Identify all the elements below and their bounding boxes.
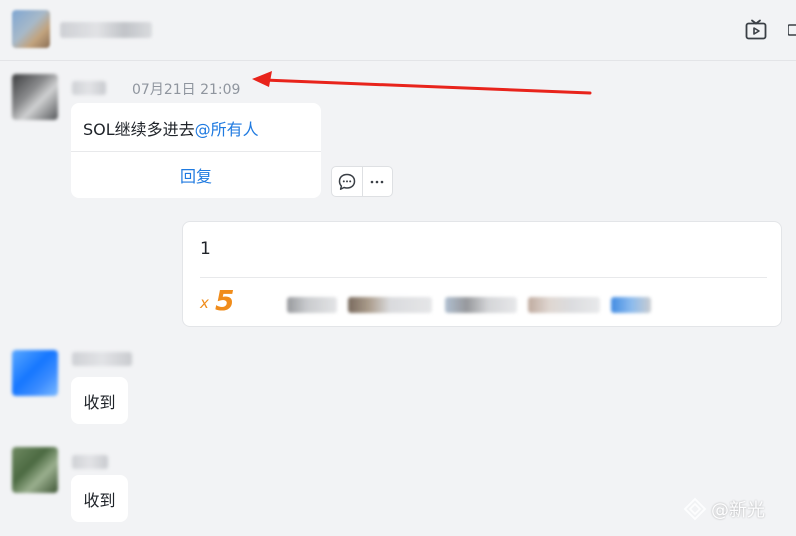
chat-header <box>0 0 796 61</box>
divider <box>200 277 767 278</box>
sender-name-redacted <box>72 455 108 469</box>
sender-avatar[interactable] <box>12 447 58 493</box>
sender-name-redacted <box>72 352 132 366</box>
watermark-text: @新光 <box>711 500 765 521</box>
more-button[interactable] <box>361 167 393 196</box>
mention-all-link[interactable]: @所有人 <box>195 120 259 139</box>
participant-chip[interactable] <box>445 297 517 313</box>
participant-chip[interactable] <box>287 297 337 313</box>
more-options-icon[interactable] <box>787 20 796 40</box>
tv-icon[interactable] <box>744 18 768 42</box>
chat-name-redacted <box>60 22 152 38</box>
participant-chip[interactable] <box>528 297 600 313</box>
watermark-logo-icon <box>683 497 707 521</box>
participant-chip[interactable] <box>348 297 432 313</box>
message-text: SOL继续多进去@所有人 <box>83 116 259 140</box>
watermark: @新光 <box>683 496 765 522</box>
sender-name-redacted <box>72 81 106 95</box>
message-bubble: 收到 <box>71 475 128 522</box>
comment-button[interactable] <box>332 167 362 196</box>
plus-one-count: 5 <box>215 284 235 317</box>
message-bubble: 收到 <box>71 377 128 424</box>
annotation-arrow <box>252 71 592 95</box>
plus-one-card: 1 x 5 <box>182 221 782 327</box>
plus-one-text: 1 <box>200 239 211 259</box>
message-timestamp: 07月21日 21:09 <box>132 82 241 98</box>
comment-icon <box>338 173 355 190</box>
sender-avatar[interactable] <box>12 74 58 120</box>
message-actions <box>331 166 393 197</box>
chat-avatar[interactable] <box>12 10 50 48</box>
ellipsis-icon <box>370 180 384 183</box>
sender-avatar[interactable] <box>12 350 58 396</box>
message-card: SOL继续多进去@所有人 回复 <box>71 103 321 198</box>
participant-chip[interactable] <box>611 297 651 313</box>
count-prefix: x <box>200 294 209 312</box>
reply-button[interactable]: 回复 <box>71 152 321 198</box>
message-body: SOL继续多进去 <box>83 120 195 139</box>
